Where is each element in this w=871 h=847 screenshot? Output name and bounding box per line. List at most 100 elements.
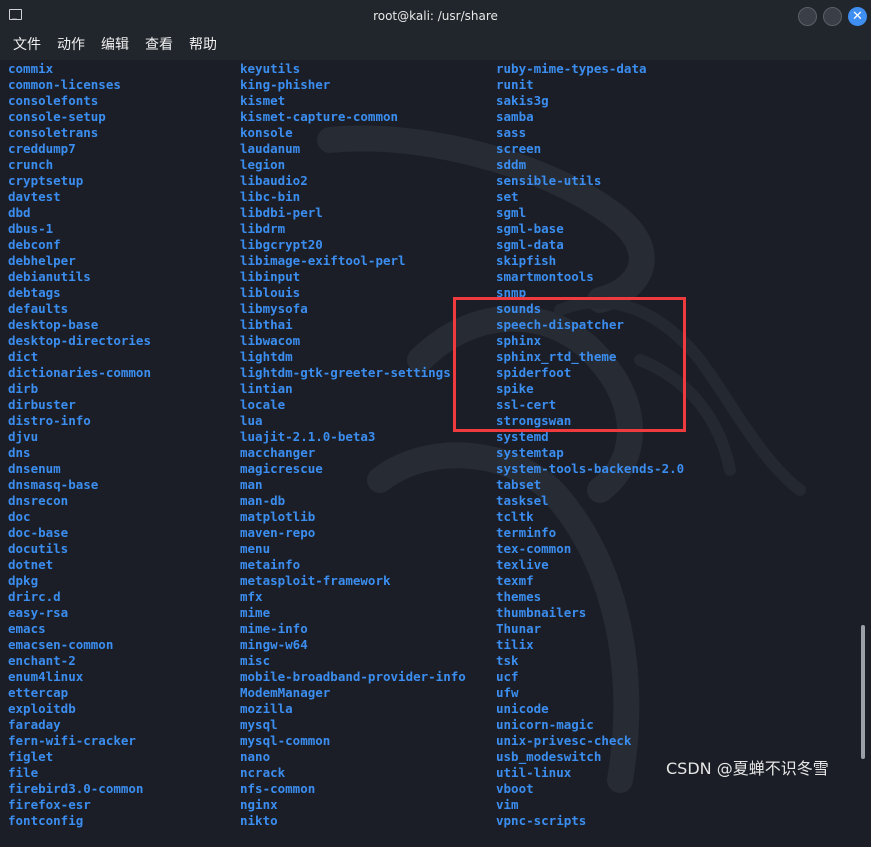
directory-entry: liblouis [240,285,301,300]
directory-entry: distro-info [8,413,91,428]
directory-entry: easy-rsa [8,605,69,620]
directory-entry: macchanger [240,445,316,460]
directory-entry: emacsen-common [8,637,114,652]
directory-entry: ModemManager [240,685,331,700]
directory-entry: crunch [8,157,54,172]
directory-entry: locale [240,397,286,412]
directory-entry: tcltk [496,509,534,524]
directory-entry: tsk [496,653,519,668]
directory-entry: libthai [240,317,293,332]
directory-entry: enum4linux [8,669,84,684]
directory-entry: dirbuster [8,397,76,412]
menu-file[interactable]: 文件 [13,32,41,60]
directory-entry: metainfo [240,557,301,572]
terminal-output[interactable]: commix common-licenses consolefonts console… [0,60,871,847]
directory-entry: libgcrypt20 [240,237,323,252]
directory-entry: sensible-utils [496,173,602,188]
directory-entry: sakis3g [496,93,549,108]
directory-entry: debianutils [8,269,91,284]
directory-entry: debtags [8,285,61,300]
directory-entry: dotnet [8,557,54,572]
directory-entry: nfs-common [240,781,316,796]
directory-entry: cryptsetup [8,173,84,188]
directory-entry: libwacom [240,333,301,348]
directory-entry: tabset [496,477,542,492]
menu-help[interactable]: 帮助 [189,32,217,60]
directory-entry: ncrack [240,765,286,780]
directory-entry: dnsenum [8,461,61,476]
directory-entry: dnsrecon [8,493,69,508]
directory-entry: mysql [240,717,278,732]
directory-entry: dbd [8,205,31,220]
directory-entry: mobile-broadband-provider-info [240,669,466,684]
directory-entry: mfx [240,589,263,604]
directory-entry: lightdm [240,349,293,364]
directory-entry: misc [240,653,271,668]
menu-action[interactable]: 动作 [57,32,85,60]
directory-entry: kismet [240,93,286,108]
directory-entry: vboot [496,781,534,796]
directory-entry: fontconfig [8,813,84,828]
directory-entry: consoletrans [8,125,99,140]
directory-entry: kismet-capture-common [240,109,399,124]
directory-entry: nginx [240,797,278,812]
directory-entry: keyutils [240,61,301,76]
directory-entry: magicrescue [240,461,323,476]
directory-entry: Thunar [496,621,542,636]
directory-entry: tex-common [496,541,572,556]
directory-entry: screen [496,141,542,156]
directory-entry: vpnc-scripts [496,813,587,828]
directory-entry: usb_modeswitch [496,749,602,764]
directory-entry: vim [496,797,519,812]
directory-entry: djvu [8,429,39,444]
directory-entry: smartmontools [496,269,594,284]
directory-entry: ruby-mime-types-data [496,61,647,76]
directory-entry: legion [240,157,286,172]
directory-entry: menu [240,541,271,556]
directory-entry: laudanum [240,141,301,156]
directory-entry: systemtap [496,445,564,460]
directory-entry: fern-wifi-cracker [8,733,136,748]
directory-entry: doc [8,509,31,524]
directory-entry: libdbi-perl [240,205,323,220]
directory-entry: dict [8,349,39,364]
maximize-button[interactable] [823,7,842,26]
directory-entry: ettercap [8,685,69,700]
directory-entry: defaults [8,301,69,316]
directory-entry: libdrm [240,221,286,236]
directory-entry: docutils [8,541,69,556]
directory-entry: dns [8,445,31,460]
directory-entry: firebird3.0-common [8,781,144,796]
directory-entry: sgml [496,205,527,220]
directory-entry: common-licenses [8,77,121,92]
directory-entry: sgml-base [496,221,564,236]
listing-column-3: ruby-mime-types-data runit sakis3g samba sas… [496,61,684,829]
menu-edit[interactable]: 编辑 [101,32,129,60]
directory-entry: runit [496,77,534,92]
directory-entry: dpkg [8,573,39,588]
close-button[interactable]: ✕ [848,7,867,26]
directory-entry: unicode [496,701,549,716]
menu-view[interactable]: 查看 [145,32,173,60]
csdn-watermark: CSDN @夏蝉不识冬雪 [666,759,829,778]
directory-entry: nikto [240,813,278,828]
directory-entry: dnsmasq-base [8,477,99,492]
directory-entry: lua [240,413,263,428]
directory-entry: consolefonts [8,93,99,108]
directory-entry: util-linux [496,765,572,780]
directory-entry: dbus-1 [8,221,54,236]
directory-entry: ufw [496,685,519,700]
directory-entry: sgml-data [496,237,564,252]
directory-entry: ucf [496,669,519,684]
scrollbar-thumb[interactable] [861,625,865,759]
directory-entry: exploitdb [8,701,76,716]
directory-entry: terminfo [496,525,557,540]
directory-entry: thumbnailers [496,605,587,620]
directory-entry: sass [496,125,527,140]
directory-entry: themes [496,589,542,604]
directory-entry: samba [496,109,534,124]
directory-entry: emacs [8,621,46,636]
directory-entry: mime [240,605,271,620]
minimize-button[interactable] [798,7,817,26]
directory-entry: man-db [240,493,286,508]
